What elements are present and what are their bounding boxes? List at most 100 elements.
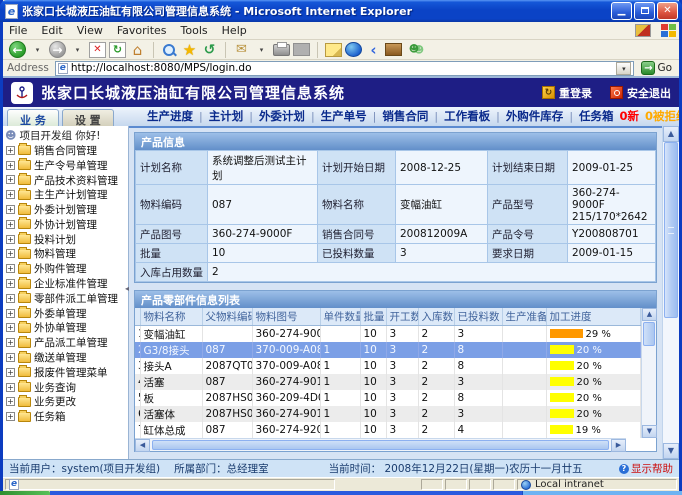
forward-dropdown[interactable]: ▾ [69,41,86,58]
nav-item-2[interactable]: 外委计划 [259,108,305,124]
tree-item-2[interactable]: +产品技术资料管理 [5,173,128,188]
tree-item-15[interactable]: +报废件管理菜单 [5,365,128,380]
expand-icon[interactable]: + [6,161,15,170]
menu-favorites[interactable]: Favorites [117,24,167,37]
parts-row-1[interactable]: 2G3/8接头087370-009-A084011032820 % [135,342,641,358]
refresh-button[interactable]: ↻ [109,42,126,58]
tree-item-6[interactable]: +投料计划 [5,232,128,247]
tree-item-4[interactable]: +外委计划管理 [5,202,128,217]
column-header-5[interactable]: 开工数 [386,308,418,326]
tree-item-7[interactable]: +物料管理 [5,247,128,262]
scroll-thumb[interactable] [643,322,655,346]
tree-item-14[interactable]: +缴送单管理 [5,350,128,365]
address-dropdown-icon[interactable]: ▾ [616,62,631,75]
forward-button[interactable]: → [49,41,66,58]
expand-icon[interactable]: + [6,309,15,318]
messenger-globe-button[interactable] [345,42,362,57]
nav-item-0[interactable]: 生产进度 [147,108,193,124]
logout-button[interactable]: 安全退出 [610,85,671,101]
expand-icon[interactable]: + [6,220,15,229]
stop-button[interactable]: ✕ [89,42,106,58]
scroll-down-icon[interactable]: ▼ [642,425,657,438]
expand-icon[interactable]: + [6,397,15,406]
expand-icon[interactable]: + [6,235,15,244]
expand-icon[interactable]: + [6,146,15,155]
address-input[interactable]: e http://localhost:8080/MPS/login.do ▾ [55,61,635,76]
tree-item-13[interactable]: +产品派工单管理 [5,335,128,350]
tree-item-0[interactable]: +销售合同管理 [5,143,128,158]
parts-row-3[interactable]: 4活塞087360-274-9010F11032320 % [135,374,641,390]
tree-item-16[interactable]: +业务查询 [5,380,128,395]
maximize-button[interactable] [634,2,655,20]
home-button[interactable]: ⌂ [129,41,146,58]
mail-button[interactable]: ✉ [233,41,250,58]
minimize-button[interactable]: ▁ [611,2,632,20]
tree-item-3[interactable]: +主生产计划管理 [5,187,128,202]
parts-row-2[interactable]: 3接头A2087QT002370-009-A085011032820 % [135,358,641,374]
tree-item-10[interactable]: +零部件派工单管理 [5,291,128,306]
expand-icon[interactable]: + [6,323,15,332]
search-button[interactable] [161,42,178,58]
tree-item-12[interactable]: +外协单管理 [5,321,128,336]
column-header-4[interactable]: 批量 [360,308,386,326]
expand-icon[interactable]: + [6,175,15,184]
expand-icon[interactable]: + [6,264,15,273]
expand-icon[interactable]: + [6,383,15,392]
column-header-6[interactable]: 入库数 [418,308,454,326]
scroll-left-icon[interactable]: ◀ [135,439,150,452]
nav-item-5[interactable]: 工作看板 [444,108,490,124]
history-button[interactable]: ↺ [201,41,218,58]
messenger-buddy-button[interactable]: ☻ [405,41,423,58]
address-url[interactable]: http://localhost:8080/MPS/login.do [71,62,614,74]
expand-icon[interactable]: + [6,338,15,347]
go-button[interactable]: → Go [638,61,675,75]
windows-taskbar[interactable] [0,491,682,495]
tree-item-1[interactable]: +生产令号单管理 [5,158,128,173]
swoosh-button[interactable]: ‹ [365,41,382,58]
column-header-9[interactable]: 加工进度 [546,308,641,326]
print-button[interactable] [273,44,290,56]
parts-row-4[interactable]: 5板2087HS002360-209-4D01011032820 % [135,390,641,406]
nav-item-1[interactable]: 主计划 [209,108,244,124]
main-vertical-scrollbar[interactable]: ▲ ▼ [662,126,679,459]
favorites-button[interactable]: ★ [181,41,198,58]
expand-icon[interactable]: + [6,368,15,377]
edit-button[interactable] [293,43,310,56]
column-header-1[interactable]: 父物料编码 [202,308,252,326]
scroll-down-icon[interactable]: ▼ [663,443,679,459]
scroll-right-icon[interactable]: ▶ [611,439,626,452]
tree-item-18[interactable]: +任务箱 [5,409,128,424]
tab-business[interactable]: 业 务 [7,109,59,126]
expand-icon[interactable]: + [6,353,15,362]
expand-icon[interactable]: + [6,190,15,199]
column-header-2[interactable]: 物料图号 [252,308,320,326]
mail-dropdown[interactable]: ▾ [253,41,270,58]
nav-item-3[interactable]: 生产单号 [321,108,367,124]
parts-horizontal-scrollbar[interactable]: ◀ ▶ [135,438,626,451]
parts-vertical-scrollbar[interactable]: ▲ ▼ [641,308,656,438]
parts-row-5[interactable]: 6活塞体2087HS002360-274-9011W11032320 % [135,406,641,422]
menu-edit[interactable]: Edit [41,24,62,37]
expand-icon[interactable]: + [6,279,15,288]
menu-help[interactable]: Help [222,24,247,37]
back-button[interactable]: ← [9,41,26,58]
column-header-8[interactable]: 生产准备 [502,308,546,326]
show-help-link[interactable]: ? 显示帮助 [619,461,673,476]
relogin-button[interactable]: ↻ 重登录 [542,85,592,101]
parts-row-6[interactable]: 7缸体总成087360-274-9200F11032419 % [135,422,641,438]
research-button[interactable] [385,43,402,56]
close-button[interactable]: ✕ [657,2,678,20]
sidebar-collapse-icon[interactable]: ◂ [125,284,132,293]
taskbar-items[interactable] [50,491,522,495]
expand-icon[interactable]: + [6,249,15,258]
scroll-thumb[interactable] [152,440,609,450]
scroll-thumb[interactable] [664,142,678,318]
column-header-3[interactable]: 单件数量 [320,308,360,326]
title-bar[interactable]: e 张家口长城液压油缸有限公司管理信息系统 - Microsoft Intern… [0,0,682,22]
system-tray[interactable] [522,491,682,495]
tree-item-17[interactable]: +业务更改 [5,395,128,410]
column-header-0[interactable]: 物料名称 [140,308,202,326]
tree-item-5[interactable]: +外协计划管理 [5,217,128,232]
expand-icon[interactable]: + [6,294,15,303]
tab-settings[interactable]: 设 置 [62,109,114,126]
